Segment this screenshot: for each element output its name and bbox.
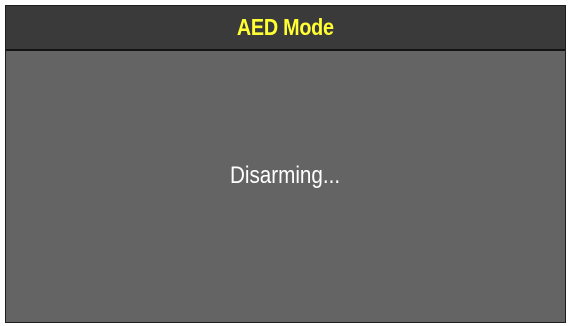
status-panel: Disarming...: [6, 51, 565, 322]
display-frame: AED Mode Disarming...: [5, 5, 566, 323]
status-message: Disarming...: [230, 161, 341, 189]
aed-screen: AED Mode Disarming...: [0, 0, 571, 326]
title-bar: AED Mode: [6, 6, 565, 51]
mode-title: AED Mode: [237, 14, 334, 40]
